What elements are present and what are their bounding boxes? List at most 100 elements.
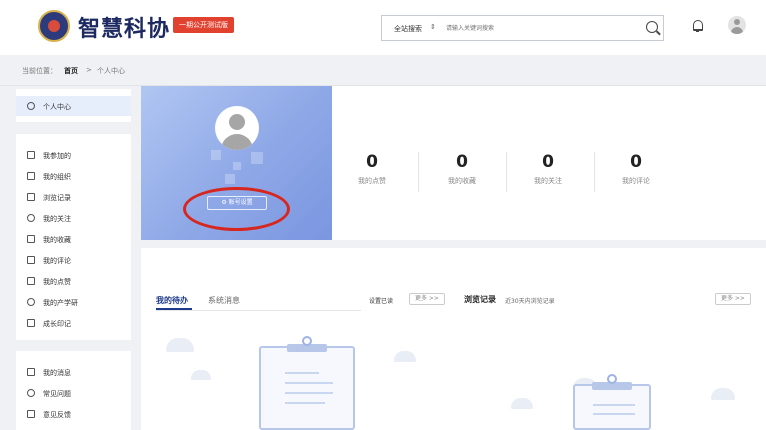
focus-icon bbox=[27, 214, 35, 222]
clipboard-illustration bbox=[259, 336, 355, 430]
bookmark-icon bbox=[27, 235, 35, 243]
clipboard-line bbox=[285, 402, 325, 404]
sidebar-item-personal-center[interactable]: 个人中心 bbox=[16, 96, 131, 116]
sidebar-group-activity: 我参加的 我的组织 浏览记录 我的关注 我的收藏 我的评论 我的点赞 我的产学研… bbox=[16, 134, 131, 340]
decor-tile bbox=[251, 152, 263, 164]
clipboard-line bbox=[593, 413, 635, 415]
decor-tile bbox=[233, 162, 241, 170]
stat-value: 0 bbox=[542, 152, 554, 172]
clipboard-illustration bbox=[573, 374, 651, 430]
profile-avatar[interactable] bbox=[215, 106, 259, 150]
cloud-illustration bbox=[166, 338, 194, 352]
smile-icon bbox=[27, 102, 35, 110]
breadcrumb-home-link[interactable]: 首页 bbox=[64, 66, 78, 76]
sidebar-item-label: 我的关注 bbox=[43, 215, 71, 223]
more-todo-button[interactable]: 更多 >> bbox=[409, 293, 445, 305]
sidebar-item-joined[interactable]: 我参加的 bbox=[16, 145, 131, 165]
search-icon[interactable] bbox=[646, 21, 658, 33]
sidebar-item-label: 我的组织 bbox=[43, 173, 71, 181]
cloud-illustration bbox=[511, 398, 533, 409]
divider bbox=[418, 152, 419, 192]
logo-icon[interactable] bbox=[38, 10, 70, 42]
cloud-illustration bbox=[191, 370, 211, 380]
sidebar-group-support: 我的消息 常见问题 意见反馈 bbox=[16, 351, 131, 430]
brand-title[interactable]: 智慧科协 bbox=[78, 11, 170, 43]
sidebar-item-label: 我的点赞 bbox=[43, 278, 71, 286]
sidebar-group-home: 个人中心 bbox=[16, 89, 131, 122]
breadcrumb: 当前位置： 首页 > 个人中心 bbox=[0, 55, 766, 85]
sidebar-item-likes[interactable]: 我的点赞 bbox=[16, 271, 131, 291]
cloud-illustration bbox=[711, 388, 735, 400]
stat-likes[interactable]: 0 我的点赞 bbox=[332, 152, 412, 186]
divider bbox=[156, 310, 361, 311]
sidebar-item-favorites[interactable]: 我的收藏 bbox=[16, 229, 131, 249]
highlight-annotation bbox=[183, 187, 290, 231]
stat-follows[interactable]: 0 我的关注 bbox=[508, 152, 588, 186]
sidebar-item-organization[interactable]: 我的组织 bbox=[16, 166, 131, 186]
decor-tile bbox=[225, 174, 235, 184]
sidebar-item-label: 成长印记 bbox=[43, 320, 71, 328]
sidebar-item-label: 我的消息 bbox=[43, 369, 71, 377]
breadcrumb-separator: > bbox=[86, 66, 92, 74]
decor-tile bbox=[211, 150, 221, 160]
growth-icon bbox=[27, 319, 35, 327]
cloud-illustration bbox=[394, 351, 416, 362]
sidebar-item-feedback[interactable]: 意见反馈 bbox=[16, 404, 131, 424]
breadcrumb-current: 个人中心 bbox=[97, 67, 125, 75]
comment-icon bbox=[27, 256, 35, 264]
stat-value: 0 bbox=[456, 152, 468, 172]
divider bbox=[506, 152, 507, 192]
sidebar-item-label: 常见问题 bbox=[43, 390, 71, 398]
stat-favorites[interactable]: 0 我的收藏 bbox=[422, 152, 502, 186]
top-header: 智慧科协 一期公开测试版 全站搜索 ⇕ bbox=[0, 0, 766, 55]
lower-panel: 我的待办 系统消息 设置已读 更多 >> 浏览记录 近30天内浏览记录 更多 >… bbox=[141, 248, 766, 430]
beta-badge: 一期公开测试版 bbox=[173, 17, 234, 33]
sort-arrow-icon[interactable]: ⇕ bbox=[430, 23, 436, 31]
sidebar-item-research[interactable]: 我的产学研 bbox=[16, 292, 131, 312]
sidebar-item-label: 浏览记录 bbox=[43, 194, 71, 202]
browse-history-subtitle: 近30天内浏览记录 bbox=[505, 298, 555, 305]
stat-label: 我的评论 bbox=[622, 177, 650, 185]
history-icon bbox=[27, 193, 35, 201]
clipboard-ring bbox=[302, 336, 312, 346]
sidebar-item-faq[interactable]: 常见问题 bbox=[16, 383, 131, 403]
clipboard-line bbox=[285, 382, 333, 384]
more-history-button[interactable]: 更多 >> bbox=[715, 293, 751, 305]
clipboard-line bbox=[285, 372, 319, 374]
stat-value: 0 bbox=[366, 152, 378, 172]
sidebar-item-label: 我的收藏 bbox=[43, 236, 71, 244]
thumbs-up-icon bbox=[27, 277, 35, 285]
sidebar-item-growth[interactable]: 成长印记 bbox=[16, 313, 131, 333]
divider bbox=[594, 152, 595, 192]
bell-icon[interactable] bbox=[693, 20, 703, 32]
clipboard-line bbox=[593, 404, 635, 406]
avatar[interactable] bbox=[728, 16, 746, 34]
search-bar: 全站搜索 ⇕ bbox=[381, 15, 664, 41]
question-icon bbox=[27, 389, 35, 397]
clipboard-line bbox=[285, 392, 333, 394]
sidebar-item-label: 我的产学研 bbox=[43, 299, 78, 307]
search-scope-select[interactable]: 全站搜索 bbox=[394, 24, 422, 34]
stat-value: 0 bbox=[630, 152, 642, 172]
search-input[interactable] bbox=[446, 20, 626, 36]
sidebar-item-history[interactable]: 浏览记录 bbox=[16, 187, 131, 207]
stat-comments[interactable]: 0 我的评论 bbox=[596, 152, 676, 186]
sidebar-item-label: 我参加的 bbox=[43, 152, 71, 160]
tab-my-todo[interactable]: 我的待办 bbox=[156, 295, 188, 306]
research-icon bbox=[27, 298, 35, 306]
message-icon bbox=[27, 368, 35, 376]
organization-icon bbox=[27, 172, 35, 180]
mark-read-button[interactable]: 设置已读 bbox=[369, 296, 393, 305]
sidebar-item-comments[interactable]: 我的评论 bbox=[16, 250, 131, 270]
feedback-icon bbox=[27, 410, 35, 418]
clipboard-ring bbox=[607, 374, 617, 384]
sidebar-item-label: 个人中心 bbox=[43, 103, 71, 111]
sidebar-item-label: 我的评论 bbox=[43, 257, 71, 265]
browse-history-title: 浏览记录 bbox=[464, 295, 496, 304]
calendar-icon bbox=[27, 151, 35, 159]
sidebar-item-messages[interactable]: 我的消息 bbox=[16, 362, 131, 382]
tab-system-messages[interactable]: 系统消息 bbox=[208, 295, 240, 306]
stats-panel: 0 我的点赞 0 我的收藏 0 我的关注 0 我的评论 bbox=[332, 86, 766, 240]
sidebar-item-focus[interactable]: 我的关注 bbox=[16, 208, 131, 228]
sidebar-item-label: 意见反馈 bbox=[43, 411, 71, 419]
